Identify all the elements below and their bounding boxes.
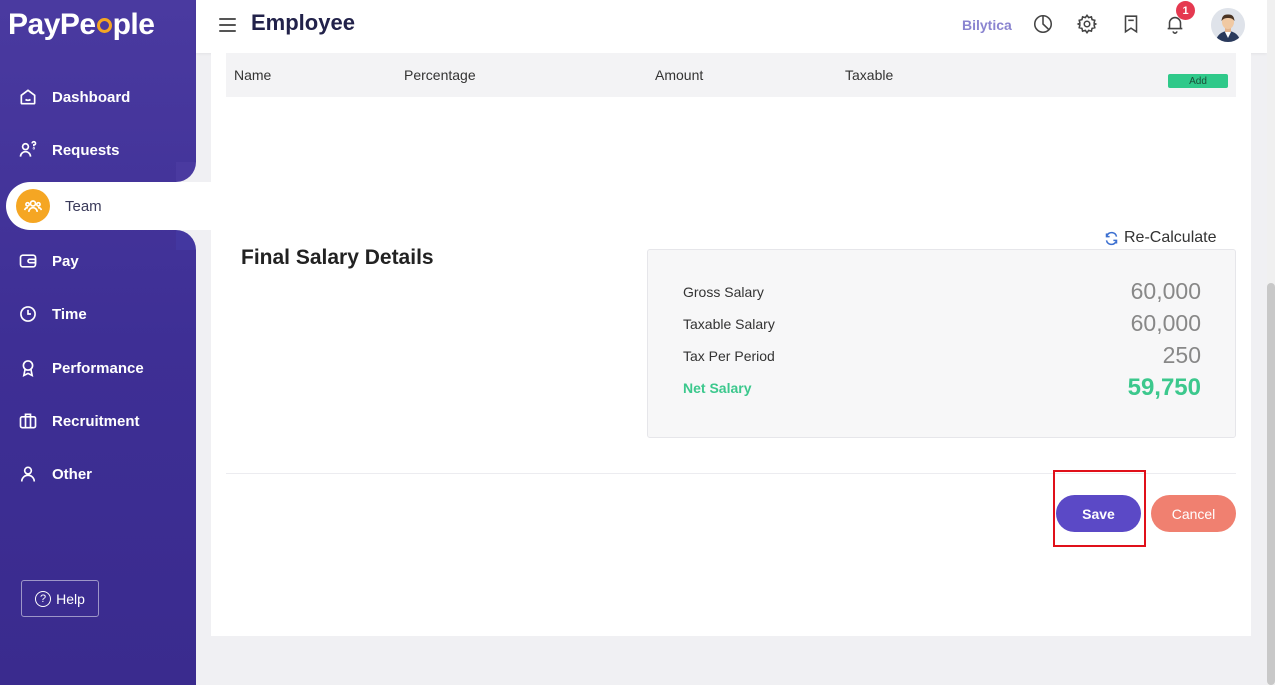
save-highlight-box: [1053, 470, 1146, 547]
net-salary-row: Net Salary 59,750: [683, 374, 1201, 402]
award-icon: [17, 357, 39, 379]
sidebar-item-dashboard[interactable]: Dashboard: [0, 77, 196, 117]
sidebar-item-recruitment[interactable]: Recruitment: [0, 401, 196, 441]
sidebar-item-label: Pay: [52, 252, 79, 270]
sidebar-item-label: Dashboard: [52, 88, 131, 106]
recalculate-button[interactable]: Re-Calculate: [1104, 229, 1216, 247]
briefcase-icon: [17, 410, 39, 432]
company-name[interactable]: Bilytica: [962, 17, 1012, 33]
tax-per-period-value: 250: [1162, 342, 1201, 368]
net-salary-value: 59,750: [1127, 374, 1201, 401]
sidebar-item-label: Performance: [52, 359, 144, 377]
cancel-button[interactable]: Cancel: [1151, 495, 1236, 532]
sidebar-item-label: Recruitment: [52, 412, 140, 430]
gross-salary-value: 60,000: [1130, 278, 1201, 304]
sidebar-item-label: Time: [52, 305, 87, 323]
sidebar: PayPe ple Dashboard Requests ? Help: [0, 0, 196, 685]
column-header-amount: Amount: [655, 67, 704, 83]
hamburger-menu-icon[interactable]: [219, 18, 236, 32]
sidebar-item-other[interactable]: Other: [0, 454, 196, 494]
main-card: Name Percentage Amount Taxable Add Final…: [211, 53, 1251, 636]
gross-salary-row: Gross Salary 60,000: [683, 278, 1201, 305]
refresh-icon: [1105, 231, 1118, 245]
user-icon: [17, 463, 39, 485]
gear-icon[interactable]: [1076, 13, 1100, 37]
taxable-salary-label: Taxable Salary: [683, 315, 775, 332]
tax-per-period-label: Tax Per Period: [683, 347, 775, 364]
logo-text-start: PayPe: [8, 8, 96, 41]
clock-icon: [17, 303, 39, 325]
scrollbar-thumb[interactable]: [1267, 283, 1275, 685]
help-button[interactable]: ? Help: [21, 580, 99, 617]
net-salary-label: Net Salary: [683, 380, 752, 396]
help-label: Help: [56, 590, 85, 607]
allowance-table-header: Name Percentage Amount Taxable Add: [226, 53, 1236, 97]
team-icon: [16, 189, 50, 223]
column-header-name: Name: [234, 67, 272, 83]
tab-curve-top: [176, 162, 196, 182]
logo-dot-icon: [96, 18, 112, 33]
notification-count-badge: 1: [1176, 1, 1195, 20]
page-title: Employee: [251, 10, 355, 35]
person-question-icon: [17, 139, 39, 161]
avatar[interactable]: [1211, 8, 1245, 42]
wallet-icon: [17, 250, 39, 272]
sidebar-item-label: Requests: [52, 141, 120, 159]
column-header-percentage: Percentage: [404, 67, 476, 83]
bookmark-icon[interactable]: [1120, 13, 1144, 37]
recalculate-label: Re-Calculate: [1124, 229, 1217, 246]
sidebar-item-label: Other: [52, 465, 93, 483]
paypeople-logo[interactable]: PayPe ple: [8, 8, 155, 42]
home-icon: [17, 86, 39, 108]
top-header: Employee Bilytica 1: [196, 0, 1267, 53]
notification-bell-icon[interactable]: 1: [1164, 1, 1195, 37]
user-avatar-icon: [1211, 8, 1245, 42]
add-button[interactable]: Add: [1168, 74, 1228, 88]
sidebar-item-label: Team: [65, 197, 102, 215]
sidebar-item-team[interactable]: Team: [6, 182, 226, 230]
taxable-salary-value: 60,000: [1130, 310, 1201, 336]
sidebar-item-requests[interactable]: Requests: [0, 130, 196, 170]
final-salary-title: Final Salary Details: [241, 246, 434, 269]
sidebar-item-pay[interactable]: Pay: [0, 241, 196, 281]
salary-summary-box: Gross Salary 60,000 Taxable Salary 60,00…: [647, 249, 1236, 438]
pie-chart-icon[interactable]: [1032, 13, 1056, 37]
logo-text-end: ple: [112, 8, 155, 41]
gross-salary-label: Gross Salary: [683, 283, 764, 300]
taxable-salary-row: Taxable Salary 60,000: [683, 310, 1201, 337]
question-icon: ?: [35, 590, 52, 607]
tax-per-period-row: Tax Per Period 250: [683, 342, 1201, 369]
column-header-taxable: Taxable: [845, 67, 894, 83]
sidebar-item-time[interactable]: Time: [0, 294, 196, 334]
sidebar-item-performance[interactable]: Performance: [0, 348, 196, 388]
